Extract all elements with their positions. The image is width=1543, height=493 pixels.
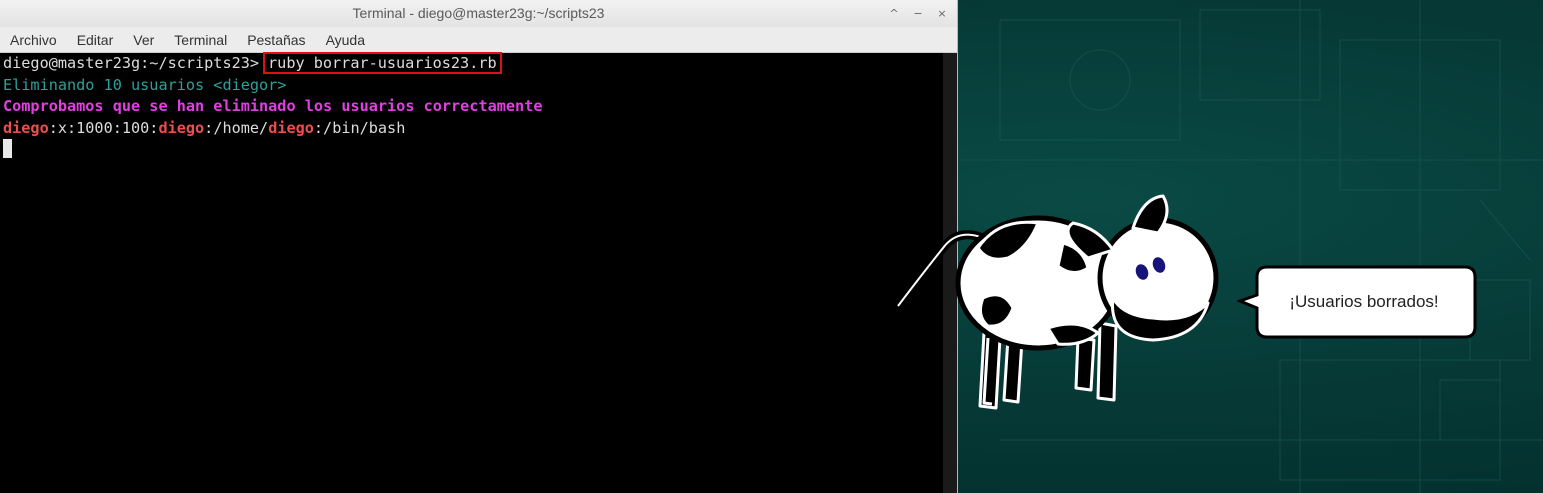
menu-editar[interactable]: Editar <box>67 32 124 48</box>
speech-bubble: ¡Usuarios borrados! <box>1237 263 1477 341</box>
user-match: diego <box>158 118 205 137</box>
prompt-line: diego@master23g:~/scripts23> ruby borrar-… <box>3 52 502 75</box>
menu-terminal[interactable]: Terminal <box>164 32 237 48</box>
user-match: diego <box>3 118 49 137</box>
cow-illustration <box>894 194 1219 410</box>
title-bar[interactable]: Terminal - diego@master23g:~/scripts23 ^… <box>0 0 957 28</box>
menu-bar: Archivo Editar Ver Terminal Pestañas Ayu… <box>0 27 957 53</box>
passwd-field: :/home/ <box>204 118 269 137</box>
passwd-line: diego:x:1000:100:diego:/home/diego:/bin/… <box>3 118 405 140</box>
menu-archivo[interactable]: Archivo <box>0 32 67 48</box>
minimize-button[interactable]: − <box>911 7 925 21</box>
terminal-output[interactable]: diego@master23g:~/scripts23> ruby borrar-… <box>0 52 943 493</box>
close-button[interactable]: × <box>935 7 949 21</box>
window-title: Terminal - diego@master23g:~/scripts23 <box>352 5 605 21</box>
terminal-window[interactable]: Terminal - diego@master23g:~/scripts23 ^… <box>0 0 958 493</box>
passwd-field: :/bin/bash <box>313 118 406 137</box>
passwd-field: :x:1000:100: <box>48 118 159 137</box>
speech-bubble-text: ¡Usuarios borrados! <box>1289 292 1439 311</box>
menu-pestanas[interactable]: Pestañas <box>237 32 315 48</box>
maximize-button[interactable]: ^ <box>887 7 901 21</box>
menu-ayuda[interactable]: Ayuda <box>316 32 375 48</box>
output-line-eliminando: Eliminando 10 usuarios <diegor> <box>3 75 287 94</box>
prompt: diego@master23g:~/scripts23> <box>3 54 260 72</box>
terminal-cursor <box>3 139 12 158</box>
command-highlight: ruby borrar-usuarios23.rb <box>263 52 502 74</box>
user-match: diego <box>268 118 314 137</box>
menu-ver[interactable]: Ver <box>123 32 164 48</box>
output-line-comprobamos: Comprobamos que se han eliminado los usu… <box>3 97 543 115</box>
